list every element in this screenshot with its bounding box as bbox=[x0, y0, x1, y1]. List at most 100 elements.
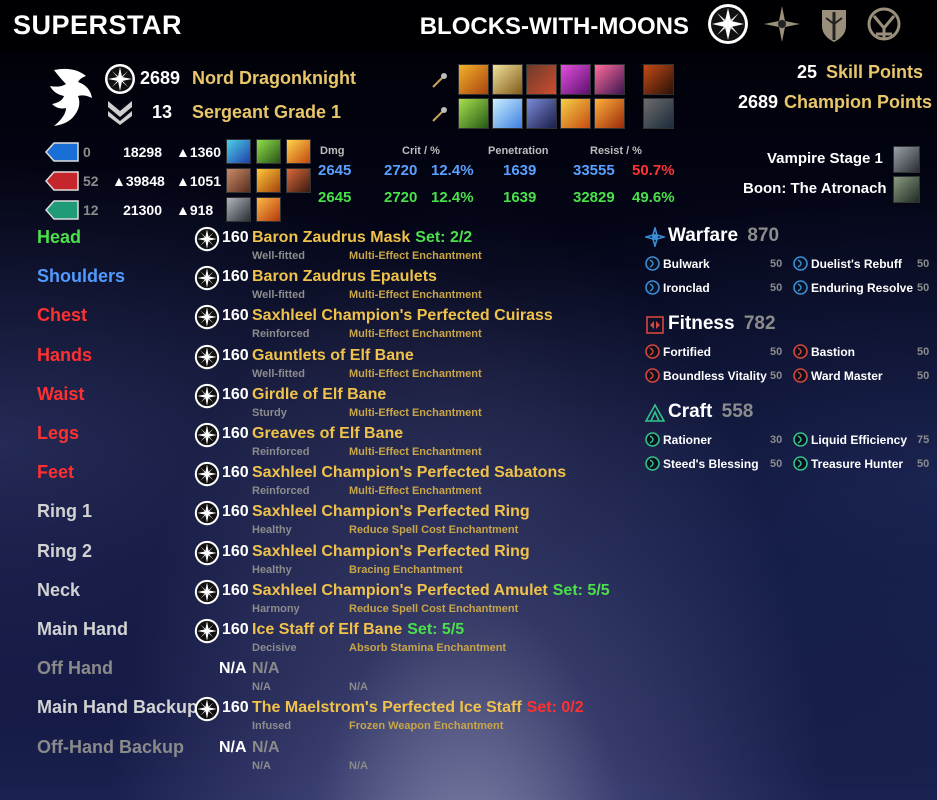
champion-tree-title[interactable]: Craft 558 bbox=[668, 401, 753, 423]
champion-perk[interactable]: Bastion bbox=[811, 345, 855, 359]
item-trait: Decisive bbox=[252, 642, 297, 654]
ability-slot-9[interactable] bbox=[560, 98, 591, 129]
weapon-penetration: 1639 bbox=[503, 189, 537, 206]
item-level: 160 bbox=[222, 581, 249, 599]
item-name[interactable]: N/A bbox=[252, 660, 280, 678]
ability-slot-2[interactable] bbox=[492, 64, 523, 95]
item-level: 160 bbox=[222, 307, 249, 325]
champion-perk[interactable]: Duelist's Rebuff bbox=[811, 257, 902, 271]
stamina-gem-icon bbox=[44, 199, 80, 221]
shield-icon[interactable] bbox=[812, 2, 856, 46]
item-enchantment: N/A bbox=[349, 759, 368, 772]
weapon-crit: 2720 bbox=[384, 189, 418, 206]
champion-perk[interactable]: Liquid Efficiency bbox=[811, 433, 907, 447]
champion-tree-title[interactable]: Fitness 782 bbox=[668, 313, 776, 335]
champion-perk[interactable]: Rationer bbox=[663, 433, 712, 447]
champion-star-icon bbox=[194, 265, 220, 291]
ability-slot-5[interactable] bbox=[594, 64, 625, 95]
ability-slot-10[interactable] bbox=[594, 98, 625, 129]
dragonknight-emblem-icon bbox=[46, 66, 96, 128]
slot-label: Off Hand bbox=[37, 658, 113, 679]
fitness-icon bbox=[645, 315, 665, 335]
champion-perk[interactable]: Treasure Hunter bbox=[811, 457, 903, 471]
vampire-status: Vampire Stage 1 bbox=[767, 150, 883, 167]
item-trait: Well-fitted bbox=[252, 289, 305, 302]
item-enchantment: Frozen Weapon Enchantment bbox=[349, 720, 504, 733]
guild-crest-icon[interactable] bbox=[862, 2, 906, 46]
item-trait: Reinforced bbox=[252, 446, 310, 458]
ability-slot-1[interactable] bbox=[458, 64, 489, 95]
champion-perk-value: 50 bbox=[770, 370, 783, 382]
item-name[interactable]: Greaves of Elf Bane bbox=[252, 425, 403, 443]
champion-star-icon bbox=[194, 500, 220, 526]
item-name[interactable]: Saxhleel Champion's Perfected Sabatons bbox=[252, 464, 566, 482]
champion-star-icon bbox=[194, 461, 220, 487]
alliance-star-icon[interactable] bbox=[706, 2, 750, 46]
attribute-max: 18298 bbox=[123, 144, 162, 160]
item-level: 160 bbox=[222, 503, 249, 521]
item-name[interactable]: Saxhleel Champion's Perfected Cuirass bbox=[252, 307, 553, 325]
champion-perk[interactable]: Bulwark bbox=[663, 257, 710, 271]
ability-slot-7[interactable] bbox=[492, 98, 523, 129]
item-enchantment: N/A bbox=[349, 681, 368, 694]
set-buff-icon bbox=[256, 197, 281, 222]
champion-perk[interactable]: Ironclad bbox=[663, 281, 710, 295]
item-enchantment: Multi-Effect Enchantment bbox=[349, 485, 482, 498]
spell-resist: 33555 bbox=[573, 162, 615, 179]
item-enchantment: Multi-Effect Enchantment bbox=[349, 446, 482, 458]
item-name[interactable]: Girdle of Elf Bane bbox=[252, 386, 386, 404]
item-trait: N/A bbox=[252, 759, 271, 772]
slot-label: Hands bbox=[37, 344, 93, 365]
item-name[interactable]: Saxhleel Champion's Perfected Amulet Set:… bbox=[252, 582, 610, 600]
item-trait: Infused bbox=[252, 720, 292, 733]
ability-slot-4[interactable] bbox=[560, 64, 591, 95]
slot-label: Ring 1 bbox=[37, 501, 93, 522]
item-name[interactable]: N/A bbox=[252, 739, 280, 757]
champion-perk-value: 30 bbox=[770, 434, 783, 446]
slot-label: Legs bbox=[37, 423, 80, 443]
set-count: Set: 5/5 bbox=[407, 621, 465, 638]
item-trait: Sturdy bbox=[252, 406, 287, 419]
champion-perk[interactable]: Ward Master bbox=[811, 369, 883, 383]
spell-resist-pct: 50.7% bbox=[632, 162, 675, 179]
item-name[interactable]: Gauntlets of Elf Bane bbox=[252, 347, 414, 365]
set-count: Set: 2/2 bbox=[415, 229, 473, 246]
champion-perk[interactable]: Fortified bbox=[663, 345, 711, 359]
set-buff-icon bbox=[286, 168, 311, 193]
item-level: 160 bbox=[222, 542, 249, 560]
boon-status: Boon: The Atronach bbox=[743, 180, 887, 197]
item-name[interactable]: Baron Zaudrus Epaulets bbox=[252, 268, 437, 286]
champion-perk-value: 50 bbox=[917, 258, 930, 270]
item-name[interactable]: Baron Zaudrus Mask Set: 2/2 bbox=[252, 229, 472, 247]
champion-perk[interactable]: Boundless Vitality bbox=[663, 369, 767, 383]
ultimate-slot-1[interactable] bbox=[643, 64, 674, 95]
compass-icon[interactable] bbox=[760, 2, 804, 46]
item-name[interactable]: Ice Staff of Elf Bane Set: 5/5 bbox=[252, 621, 464, 639]
champion-perk-icon bbox=[645, 256, 660, 271]
champion-perk[interactable]: Enduring Resolve bbox=[811, 281, 913, 295]
ability-slot-6[interactable] bbox=[458, 98, 489, 129]
ability-slot-8[interactable] bbox=[526, 98, 557, 129]
champion-perk[interactable]: Steed's Blessing bbox=[663, 457, 759, 471]
staff-icon-backup bbox=[430, 106, 448, 124]
item-name[interactable]: Saxhleel Champion's Perfected Ring bbox=[252, 543, 530, 561]
champion-perk-icon bbox=[793, 344, 808, 359]
champion-perk-value: 50 bbox=[770, 282, 783, 294]
ultimate-slot-2[interactable] bbox=[643, 98, 674, 129]
item-name[interactable]: Saxhleel Champion's Perfected Ring bbox=[252, 503, 530, 521]
item-enchantment: Multi-Effect Enchantment bbox=[349, 406, 482, 419]
champion-star-icon bbox=[194, 383, 220, 409]
item-enchantment: Reduce Spell Cost Enchantment bbox=[349, 524, 519, 537]
champion-tree-title[interactable]: Warfare 870 bbox=[668, 225, 779, 247]
item-name[interactable]: The Maelstrom's Perfected Ice Staff Set: … bbox=[252, 699, 584, 717]
set-count: Set: 5/5 bbox=[552, 581, 610, 599]
champion-tree-points: 870 bbox=[747, 225, 780, 246]
item-level: 160 bbox=[222, 268, 249, 286]
weapon-resist-pct: 49.6% bbox=[632, 189, 675, 206]
champion-perk-icon bbox=[645, 368, 660, 383]
ability-slot-3[interactable] bbox=[526, 64, 557, 95]
mundus-stone-icon bbox=[893, 176, 920, 203]
champion-points-label: Champion Points bbox=[784, 92, 932, 112]
slot-label: Neck bbox=[37, 579, 81, 600]
item-level: 160 bbox=[222, 621, 249, 638]
